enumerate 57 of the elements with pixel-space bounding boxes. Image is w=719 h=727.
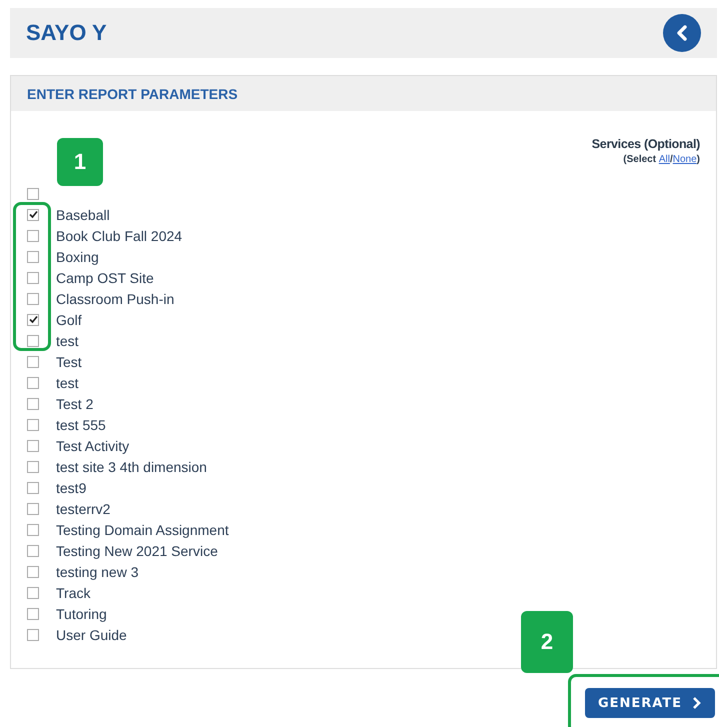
checkbox[interactable] [27,628,39,640]
service-label: Test Activity [56,438,130,454]
generate-button[interactable]: GENERATE [585,688,715,718]
service-label: Testing New 2021 Service [56,542,218,558]
checkbox[interactable] [27,502,39,514]
select-none-link[interactable]: None [672,154,697,165]
services-label: Services (Optional) [592,137,700,151]
service-label: testing new 3 [56,564,138,580]
separator: / [670,154,673,165]
chevron-right-icon [692,697,702,709]
service-label: test [56,374,79,390]
select-prefix: (Select [623,154,658,165]
back-button[interactable] [663,14,701,52]
checkbox[interactable] [27,250,39,262]
service-label: testerrv2 [56,500,110,516]
checkbox[interactable] [27,376,39,388]
service-label: test9 [56,480,86,496]
service-label: Camp OST Site [56,270,154,286]
service-label: Boxing [56,248,99,264]
service-label: User Guide [56,626,127,642]
page-title: SAYO Y [26,20,107,46]
service-label: Tutoring [56,606,107,622]
service-label: Test [56,354,82,370]
checkbox[interactable] [27,230,39,242]
checkbox[interactable] [27,482,39,494]
service-label: Classroom Push-in [56,290,174,306]
checkbox[interactable] [27,314,39,326]
checkbox[interactable] [27,334,39,346]
select-all-link[interactable]: All [658,154,670,165]
checkbox[interactable] [27,566,39,578]
checkbox[interactable] [27,586,39,598]
service-label: Book Club Fall 2024 [56,228,182,244]
checkbox[interactable] [27,398,39,410]
service-label: Test 2 [56,396,94,412]
checkbox[interactable] [27,544,39,556]
checkbox[interactable] [27,524,39,536]
service-label: Testing Domain Assignment [56,522,229,538]
service-label: test [56,332,79,348]
checkbox[interactable] [27,188,39,200]
service-label: test 555 [56,416,106,432]
checkbox[interactable] [27,418,39,430]
select-suffix: ) [696,154,700,165]
checkbox[interactable] [27,356,39,368]
step-badge: 2 [521,611,573,673]
checkbox[interactable] [27,440,39,452]
panel-title: ENTER REPORT PARAMETERS [27,86,238,102]
step-badge: 1 [57,138,103,186]
service-label: test site 3 4th dimension [56,458,207,474]
checkbox[interactable] [27,208,39,220]
checkbox[interactable] [27,292,39,304]
checkbox[interactable] [27,460,39,472]
service-label: Golf [56,312,82,328]
service-label: Baseball [56,206,110,222]
checkbox[interactable] [27,272,39,284]
service-label: Track [56,584,90,600]
chevron-left-icon [675,25,689,41]
checkbox[interactable] [27,608,39,620]
